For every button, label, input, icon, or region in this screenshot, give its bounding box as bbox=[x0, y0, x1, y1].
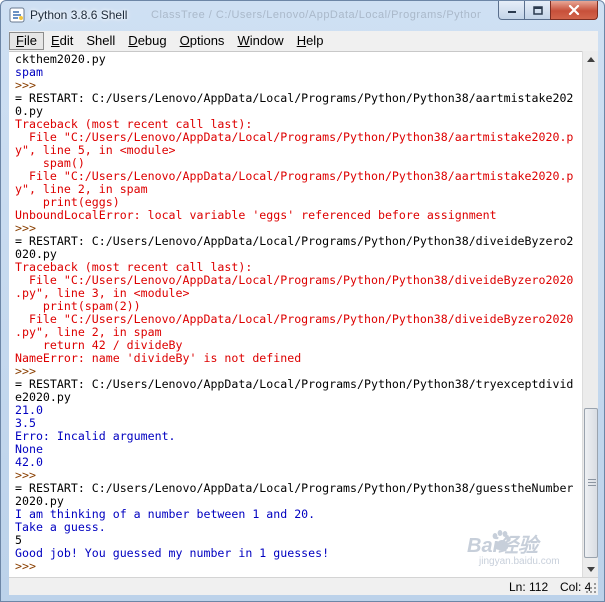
menu-options-label: ptions bbox=[189, 33, 225, 48]
python-app-icon bbox=[9, 7, 25, 23]
menu-help[interactable]: Help bbox=[291, 32, 330, 50]
shell-output: ckthem2020.py spam >>> = RESTART: C:/Users… bbox=[15, 53, 573, 573]
maximize-icon bbox=[532, 5, 543, 15]
menu-file[interactable]: File bbox=[9, 32, 44, 50]
shell-output-line: NameError: name 'divideBy' is not define… bbox=[15, 351, 302, 365]
close-button[interactable] bbox=[550, 1, 598, 20]
shell-output-line: Good job! You guessed my number in 1 gue… bbox=[15, 546, 330, 560]
menu-window-accel: W bbox=[237, 33, 250, 48]
menu-shell[interactable]: Shell bbox=[80, 32, 121, 50]
menu-file-label: ile bbox=[23, 33, 37, 48]
scroll-up-icon bbox=[587, 56, 595, 62]
status-bar: Ln: 112 Col: 4 bbox=[9, 577, 598, 595]
title-bar[interactable]: Python 3.8.6 Shell ClassTree / C:/Users/… bbox=[1, 1, 604, 31]
menu-options-accel: O bbox=[179, 33, 190, 48]
vertical-scrollbar[interactable] bbox=[582, 51, 598, 577]
menu-shell-accel: S bbox=[86, 33, 96, 48]
scroll-grip-line bbox=[588, 482, 596, 483]
shell-output-line: = RESTART: C:/Users/Lenovo/AppData/Local… bbox=[15, 377, 574, 391]
shell-output-line: e2020.py bbox=[15, 390, 71, 404]
shell-output-line: None bbox=[15, 442, 43, 456]
minimize-button[interactable] bbox=[498, 1, 525, 20]
menu-debug[interactable]: Debug bbox=[122, 32, 172, 50]
scroll-down-button[interactable] bbox=[583, 561, 599, 577]
shell-output-line: Take a guess. bbox=[15, 520, 106, 534]
menu-edit[interactable]: Edit bbox=[45, 32, 79, 50]
menu-window[interactable]: Window bbox=[231, 32, 289, 50]
scroll-up-button[interactable] bbox=[583, 51, 599, 67]
idle-shell-window: Python 3.8.6 Shell ClassTree / C:/Users/… bbox=[0, 0, 605, 602]
menu-window-label: indow bbox=[249, 33, 284, 48]
menu-help-label: elp bbox=[306, 33, 324, 48]
shell-text-area[interactable]: ckthem2020.py spam >>> = RESTART: C:/Users… bbox=[9, 51, 582, 577]
scroll-thumb[interactable] bbox=[584, 408, 598, 558]
shell-output-line: 21.0 bbox=[15, 403, 43, 417]
menu-debug-accel: D bbox=[128, 33, 138, 48]
minimize-icon bbox=[507, 11, 516, 13]
shell-output-line: = RESTART: C:/Users/Lenovo/AppData/Local… bbox=[15, 234, 574, 248]
maximize-button[interactable] bbox=[524, 1, 551, 20]
scroll-grip-line bbox=[588, 479, 596, 480]
shell-prompt-line: >>> bbox=[15, 559, 43, 573]
menu-options[interactable]: Options bbox=[174, 32, 231, 50]
window-title: Python 3.8.6 Shell bbox=[30, 8, 128, 22]
menu-help-accel: H bbox=[296, 33, 307, 48]
menu-debug-label: ebug bbox=[137, 33, 167, 48]
scroll-grip-line bbox=[588, 485, 596, 486]
scroll-down-icon bbox=[587, 566, 595, 572]
menu-file-accel: F bbox=[16, 33, 24, 48]
shell-output-line: Erro: Incalid argument. bbox=[15, 429, 176, 443]
resize-grip-icon[interactable] bbox=[586, 583, 597, 594]
shell-output-line: 42.0 bbox=[15, 455, 43, 469]
shell-output-line: = RESTART: C:/Users/Lenovo/AppData/Local… bbox=[15, 481, 574, 495]
menu-shell-label: hell bbox=[95, 33, 116, 48]
shell-output-line: y", line 5, in <module> bbox=[15, 143, 176, 157]
shell-output-line: spam bbox=[15, 65, 43, 79]
close-icon bbox=[568, 5, 580, 15]
menu-edit-label: dit bbox=[59, 33, 74, 48]
shell-output-line: ckthem2020.py bbox=[15, 52, 106, 66]
status-line-number: Ln: 112 bbox=[509, 580, 549, 594]
menu-bar: File Edit Shell Debug Options Window Hel… bbox=[9, 31, 598, 51]
shell-output-line: UnboundLocalError: local variable 'eggs'… bbox=[15, 208, 497, 222]
menu-edit-accel: E bbox=[50, 33, 60, 48]
shell-output-line: = RESTART: C:/Users/Lenovo/AppData/Local… bbox=[15, 91, 574, 105]
title-ghost-text: ClassTree / C:/Users/Lenovo/AppData/Loca… bbox=[151, 9, 481, 21]
